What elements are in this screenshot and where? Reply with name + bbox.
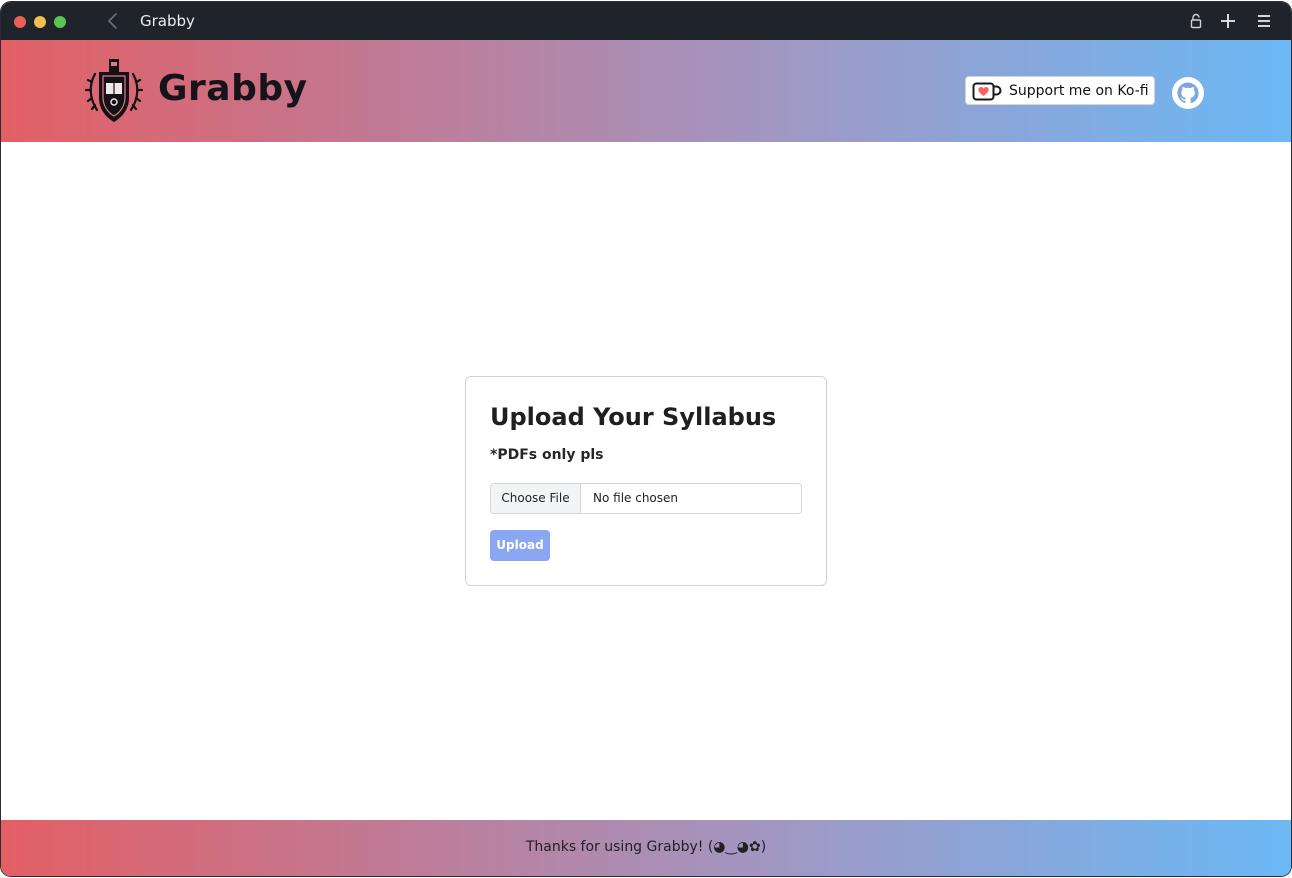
zoom-window-button[interactable] (54, 16, 66, 28)
lock-icon[interactable] (1189, 13, 1203, 29)
upload-title: Upload Your Syllabus (490, 403, 777, 431)
kofi-support-button[interactable]: Support me on Ko-fi (965, 76, 1155, 105)
upload-button[interactable]: Upload (490, 530, 550, 561)
title-bar: Grabby (1, 2, 1291, 40)
upload-card: Upload Your Syllabus *PDFs only pls Choo… (465, 376, 827, 586)
browser-window: Grabby Grabby Support me on Ko-fi Upload… (1, 2, 1291, 876)
plus-icon[interactable] (1220, 13, 1236, 29)
kofi-label: Support me on Ko-fi (1009, 83, 1149, 99)
file-input[interactable]: Choose File No file chosen (490, 483, 802, 514)
footer-text: Thanks for using Grabby! (◕‿◕✿) (525, 839, 767, 855)
window-title: Grabby (140, 12, 195, 30)
file-status-text: No file chosen (593, 491, 679, 505)
upload-subtitle: *PDFs only pls (490, 447, 604, 463)
menu-icon[interactable] (1257, 14, 1271, 28)
site-header: Grabby Support me on Ko-fi (1, 40, 1291, 142)
back-arrow-icon[interactable] (105, 12, 121, 30)
kofi-cup-icon (972, 82, 1002, 101)
site-footer: Thanks for using Grabby! (◕‿◕✿) (1, 820, 1291, 876)
minimize-window-button[interactable] (34, 16, 46, 28)
main-content: Upload Your Syllabus *PDFs only pls Choo… (1, 142, 1291, 820)
github-icon[interactable] (1171, 76, 1205, 110)
brand-name[interactable]: Grabby (158, 68, 308, 109)
choose-file-button[interactable]: Choose File (491, 484, 581, 513)
close-window-button[interactable] (14, 16, 26, 28)
crest-shield-icon[interactable] (85, 56, 143, 126)
